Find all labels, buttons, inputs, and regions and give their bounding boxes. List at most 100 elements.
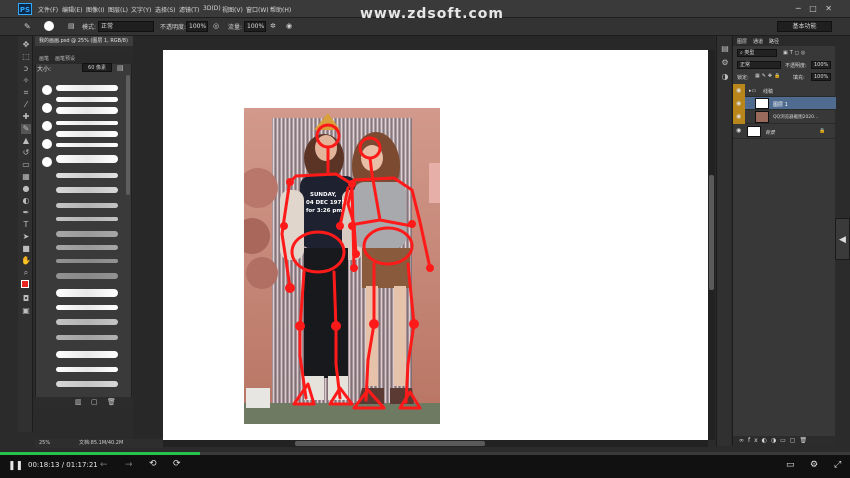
subtitle-icon[interactable]: ▭ (786, 460, 795, 470)
fill-input[interactable]: 100% (811, 73, 831, 81)
layer-filter-icons[interactable]: ▣T◻◎ (783, 50, 807, 56)
dodge-tool-icon[interactable]: ◐ (21, 196, 31, 206)
eraser-tool-icon[interactable]: ▭ (21, 160, 31, 170)
brush-stroke-preview[interactable] (56, 351, 118, 358)
layer-name[interactable]: 图层 1 (773, 101, 788, 108)
menu-file[interactable]: 文件(F) (38, 5, 58, 14)
menu-image[interactable]: 图像(I) (86, 5, 104, 14)
pressure-size-icon[interactable]: ◉ (286, 22, 292, 30)
screen-mode-icon[interactable]: ▣ (21, 306, 31, 316)
maximize-icon[interactable]: □ (809, 4, 817, 13)
reference-photo[interactable]: SUNDAY, 04 DEC 1971 for 3:26 pm (244, 108, 440, 424)
menu-3d[interactable]: 3D(D) (203, 5, 221, 12)
next-icon[interactable]: → (125, 460, 133, 470)
delete-brush-icon[interactable]: 🗑 (107, 398, 116, 406)
properties-panel-icon[interactable]: ⚙ (720, 58, 730, 68)
healing-tool-icon[interactable]: ✚ (21, 112, 31, 122)
fullscreen-icon[interactable]: ⤢ (834, 460, 841, 470)
brush-preset-dot[interactable] (42, 157, 52, 167)
brush-stroke-preview[interactable] (56, 259, 118, 263)
tab-paths[interactable]: 路径 (769, 38, 779, 45)
menu-filter[interactable]: 滤镜(T) (179, 5, 199, 14)
menu-help[interactable]: 帮助(H) (270, 5, 291, 14)
layer-opacity-input[interactable]: 100% (811, 61, 831, 69)
brush-stroke-preview[interactable] (56, 217, 118, 221)
background-layer-name[interactable]: 背景 (765, 129, 775, 136)
brush-preset-list[interactable] (40, 75, 128, 403)
brush-stroke-preview[interactable] (56, 187, 118, 193)
brush-stroke-preview[interactable] (56, 203, 118, 208)
airbrush-icon[interactable]: ✲ (270, 22, 276, 30)
brush-stroke-preview[interactable] (56, 97, 118, 102)
brush-panel-menu-icon[interactable]: ▤ (117, 64, 124, 72)
layer-row[interactable]: ◉ QQ浏览器截图2020... (733, 110, 836, 124)
quick-select-tool-icon[interactable]: ✧ (21, 76, 31, 86)
visibility-eye-icon[interactable]: ◉ (736, 127, 743, 134)
type-tool-icon[interactable]: T (21, 220, 31, 230)
menu-edit[interactable]: 编辑(E) (62, 5, 82, 14)
brush-panel-toggle-icon[interactable]: ▤ (68, 22, 75, 30)
brush-stroke-preview[interactable] (56, 289, 118, 297)
menu-window[interactable]: 窗口(W) (246, 5, 269, 14)
brush-stroke-preview[interactable] (56, 367, 118, 372)
gradient-tool-icon[interactable]: ▦ (21, 172, 31, 182)
brush-tool-icon[interactable]: ✎ (21, 124, 31, 134)
brush-tool-icon[interactable]: ✎ (24, 22, 31, 31)
brush-preset-dot[interactable] (42, 103, 52, 113)
path-select-tool-icon[interactable]: ➤ (21, 232, 31, 242)
adjustments-panel-icon[interactable]: ◑ (720, 72, 730, 82)
tab-layers[interactable]: 图层 (737, 38, 747, 45)
background-layer-row[interactable]: ◉ 背景 🔒 (733, 124, 836, 139)
collapse-panel-tab[interactable]: ◀ (835, 218, 850, 260)
workspace-select[interactable]: 基本功能 (777, 21, 832, 32)
blur-tool-icon[interactable]: ● (21, 184, 31, 194)
tab-brush-presets[interactable]: 画笔预设 (55, 55, 75, 62)
brush-stroke-preview[interactable] (56, 245, 118, 250)
vertical-scroll-thumb[interactable] (709, 175, 714, 290)
brush-stroke-preview[interactable] (56, 155, 118, 163)
minimize-icon[interactable]: ─ (796, 4, 801, 13)
lasso-tool-icon[interactable]: ↄ (21, 64, 31, 74)
layer-action-icons[interactable]: ∞fx◐◑▭▢🗑 (739, 437, 811, 444)
brush-stroke-preview[interactable] (56, 381, 118, 387)
rewind-icon[interactable]: ⟲ (149, 459, 157, 469)
brush-stroke-preview[interactable] (56, 319, 118, 325)
brush-preset-dot[interactable] (42, 139, 52, 149)
zoom-tool-icon[interactable]: ⌕ (21, 268, 31, 278)
tab-channels[interactable]: 通道 (753, 38, 763, 45)
stamp-tool-icon[interactable]: ▲ (21, 136, 31, 146)
close-icon[interactable]: ✕ (825, 4, 832, 13)
visibility-eye-icon[interactable]: ◉ (736, 87, 743, 94)
history-brush-icon[interactable]: ↺ (21, 148, 31, 158)
pen-tool-icon[interactable]: ✒ (21, 208, 31, 218)
chevron-left-icon[interactable]: ◀ (839, 235, 846, 245)
move-tool-icon[interactable]: ✥ (21, 40, 31, 50)
brush-stroke-preview[interactable] (56, 107, 118, 114)
layer-group-row[interactable]: ◉ ▸▭ 线稿 (733, 84, 836, 97)
prev-icon[interactable]: ← (100, 460, 108, 470)
toggle-brush-panel-icon[interactable]: ▥ (75, 398, 82, 406)
brush-preset-dot[interactable] (42, 121, 52, 131)
pressure-opacity-icon[interactable]: ◎ (213, 22, 219, 30)
brush-stroke-preview[interactable] (56, 143, 118, 147)
hand-tool-icon[interactable]: ✋ (21, 256, 31, 266)
window-controls[interactable]: ─ □ ✕ (796, 4, 832, 13)
menu-view[interactable]: 视图(V) (222, 5, 243, 14)
document-info[interactable]: 文档:85.1M/40.2M (79, 439, 123, 448)
mode-select[interactable]: 正常 (98, 21, 154, 32)
brush-list-scroll-thumb[interactable] (126, 75, 130, 195)
new-brush-icon[interactable]: ▢ (91, 398, 98, 406)
quick-mask-icon[interactable]: ◘ (21, 294, 31, 304)
brush-stroke-preview[interactable] (56, 273, 118, 279)
layer-row-selected[interactable]: ◉ 图层 1 (733, 97, 836, 110)
history-panel-icon[interactable]: ▤ (720, 44, 730, 54)
settings-icon[interactable]: ⚙ (810, 460, 818, 470)
brush-stroke-preview[interactable] (56, 335, 118, 340)
brush-stroke-preview[interactable] (56, 85, 118, 91)
foreground-color-swatch[interactable] (21, 280, 29, 288)
layer-group-name[interactable]: 线稿 (763, 88, 773, 95)
eyedropper-tool-icon[interactable]: ⁄ (21, 100, 31, 110)
forward-icon[interactable]: ⟳ (173, 459, 181, 469)
brush-stroke-preview[interactable] (56, 305, 118, 310)
flow-input[interactable]: 100% (244, 21, 266, 32)
